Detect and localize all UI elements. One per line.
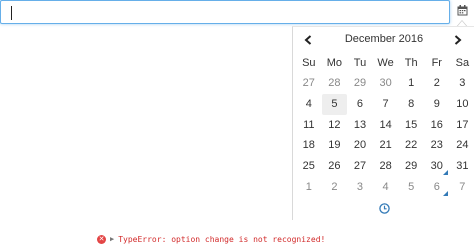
day-cell[interactable]: 27 — [296, 73, 322, 94]
day-cell[interactable]: 31 — [450, 156, 474, 177]
day-cell[interactable]: 28 — [373, 156, 399, 177]
day-cell[interactable]: 10 — [450, 94, 474, 115]
prev-month-button[interactable] — [297, 31, 319, 51]
day-cell[interactable]: 20 — [347, 135, 373, 156]
error-message: TypeError: option change is not recogniz… — [118, 234, 326, 244]
date-input[interactable] — [0, 0, 450, 24]
weekday-label: Fr — [431, 57, 442, 69]
error-icon: ✕ — [97, 234, 106, 244]
day-cell[interactable]: 24 — [450, 135, 474, 156]
month-title[interactable]: December 2016 — [323, 33, 445, 45]
day-cell[interactable]: 8 — [398, 94, 424, 115]
day-cell[interactable]: 13 — [347, 115, 373, 136]
day-cell[interactable]: 6 — [347, 94, 373, 115]
week-row: 11 12 13 14 15 16 17 — [296, 115, 474, 136]
weekday-label: Tu — [353, 57, 367, 69]
day-cell[interactable]: 2 — [424, 73, 450, 94]
day-cell[interactable]: 3 — [450, 73, 474, 94]
day-cell[interactable]: 7 — [450, 177, 474, 198]
week-row: 18 19 20 21 22 23 24 — [296, 135, 474, 156]
day-cell[interactable]: 9 — [424, 94, 450, 115]
day-cell[interactable]: 18 — [296, 135, 322, 156]
day-cell[interactable]: 17 — [450, 115, 474, 136]
next-month-button[interactable] — [447, 31, 469, 51]
day-cell[interactable]: 22 — [398, 135, 424, 156]
weekday-label: We — [377, 57, 394, 69]
week-row: 25 26 27 28 29 30 31 — [296, 156, 474, 177]
day-cell[interactable]: 14 — [373, 115, 399, 136]
day-cell[interactable]: 2 — [322, 177, 348, 198]
calendar-header: December 2016 — [293, 31, 474, 51]
day-cell[interactable]: 29 — [347, 73, 373, 94]
calendar-grid: Su Mo Tu We Th Fr Sa 27 28 29 30 1 2 3 4 5 6 7 8 9 10 11 12 13… — [296, 53, 474, 198]
calendar-icon — [457, 3, 468, 21]
day-cell[interactable]: 26 — [322, 156, 348, 177]
console-error-line: ✕ ▶ TypeError: option change is not reco… — [97, 233, 325, 245]
day-cell[interactable]: 15 — [398, 115, 424, 136]
day-cell[interactable]: 21 — [373, 135, 399, 156]
day-cell[interactable]: 11 — [296, 115, 322, 136]
week-row: 27 28 29 30 1 2 3 — [296, 73, 474, 94]
day-cell[interactable]: 30 — [424, 156, 450, 177]
chevron-left-icon — [304, 32, 312, 50]
day-cell[interactable]: 30 — [373, 73, 399, 94]
day-cell[interactable]: 4 — [296, 94, 322, 115]
day-cell[interactable]: 1 — [398, 73, 424, 94]
weekday-label: Mo — [326, 57, 343, 69]
week-row: 4 5 6 7 8 9 10 — [296, 93, 474, 115]
day-cell[interactable]: 5 — [398, 177, 424, 198]
text-caret — [11, 6, 12, 20]
day-cell[interactable]: 7 — [373, 94, 399, 115]
weekday-header-row: Su Mo Tu We Th Fr Sa — [296, 53, 474, 73]
day-cell[interactable]: 29 — [398, 156, 424, 177]
day-cell[interactable]: 23 — [424, 135, 450, 156]
weekday-label: Th — [404, 57, 418, 69]
expand-triangle-icon[interactable]: ▶ — [110, 235, 114, 243]
calendar-weeks: 27 28 29 30 1 2 3 4 5 6 7 8 9 10 11 12 13 14 15 16 17 18 19 20 2… — [296, 73, 474, 198]
day-cell[interactable]: 5 — [321, 93, 348, 115]
day-cell[interactable]: 6 — [424, 177, 450, 198]
day-cell[interactable]: 25 — [296, 156, 322, 177]
time-toggle-button[interactable] — [293, 201, 474, 219]
chevron-right-icon — [454, 32, 462, 50]
day-cell[interactable]: 4 — [373, 177, 399, 198]
weekday-label: Sa — [455, 57, 470, 69]
clock-icon — [378, 201, 390, 219]
day-cell[interactable]: 3 — [347, 177, 373, 198]
day-cell[interactable]: 12 — [322, 115, 348, 136]
day-cell[interactable]: 19 — [322, 135, 348, 156]
datepicker-dropdown: December 2016 Su Mo Tu We Th Fr Sa 27 28 29 30 1 2 3… — [292, 26, 474, 220]
day-cell[interactable]: 28 — [322, 73, 348, 94]
week-row: 1234567 — [296, 177, 474, 198]
day-cell[interactable]: 27 — [347, 156, 373, 177]
day-cell[interactable]: 1 — [296, 177, 322, 198]
day-cell[interactable]: 16 — [424, 115, 450, 136]
weekday-label: Su — [302, 57, 316, 69]
